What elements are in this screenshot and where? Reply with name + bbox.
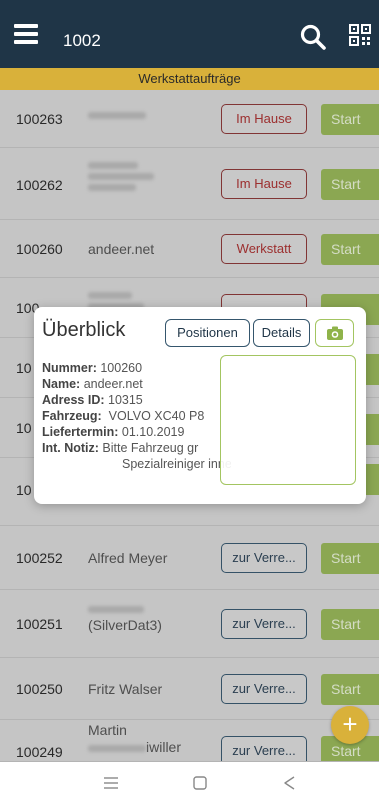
app-title: 1002	[63, 31, 101, 50]
add-fab[interactable]: +	[331, 706, 369, 744]
overview-dialog: Überblick Positionen Details Nummer: 100…	[34, 307, 366, 504]
details-button[interactable]: Details	[253, 319, 310, 347]
camera-icon	[326, 326, 343, 340]
back-icon[interactable]	[281, 775, 299, 791]
photo-frame[interactable]	[220, 355, 356, 485]
search-icon[interactable]	[300, 24, 326, 50]
app-bar: 1002	[0, 0, 379, 68]
menu-icon[interactable]	[14, 24, 38, 44]
camera-button[interactable]	[315, 319, 354, 347]
section-header: Werkstattaufträge	[0, 68, 379, 90]
recent-apps-icon[interactable]	[102, 775, 120, 791]
dialog-title: Überblick	[42, 319, 126, 341]
system-nav-bar	[0, 762, 379, 805]
qr-code-icon[interactable]	[349, 24, 371, 46]
positions-button[interactable]: Positionen	[165, 319, 250, 347]
home-icon[interactable]	[191, 775, 209, 791]
photo-placeholder	[231, 366, 343, 472]
